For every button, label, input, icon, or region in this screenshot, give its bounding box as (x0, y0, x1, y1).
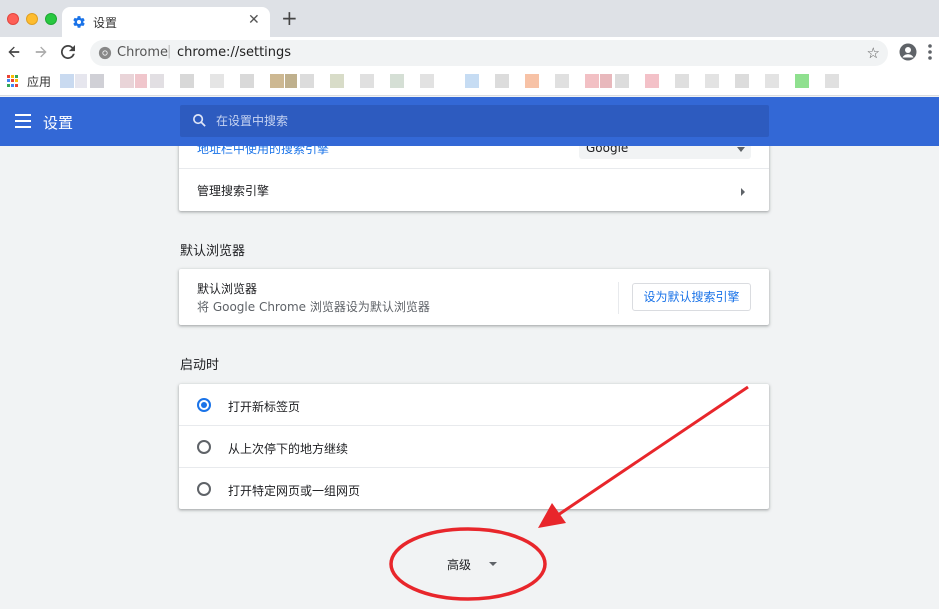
startup-option-label: 打开新标签页 (228, 400, 301, 414)
arrow-left-icon (8, 46, 20, 58)
chevron-right-icon (741, 188, 745, 196)
advanced-label: 高级 (447, 558, 472, 572)
search-engine-selected: Google (586, 146, 629, 155)
page-title: 设置 (43, 114, 74, 132)
divider (179, 168, 769, 169)
search-input[interactable] (216, 105, 756, 137)
bookmarks-bar: 应用 (0, 69, 939, 96)
settings-search-box[interactable] (180, 105, 769, 137)
forward-button[interactable] (30, 41, 52, 63)
close-window-button[interactable] (7, 13, 19, 25)
new-tab-button[interactable]: + (281, 8, 298, 28)
more-menu-icon[interactable] (927, 43, 933, 61)
default-browser-card: 默认浏览器 将 Google Chrome 浏览器设为默认浏览器 设为默认搜索引… (179, 269, 769, 325)
default-browser-title: 默认浏览器 (197, 282, 258, 296)
default-browser-section-title: 默认浏览器 (180, 244, 246, 259)
search-engine-dropdown[interactable]: Google (579, 146, 751, 159)
tab-strip: 设置 ✕ + (0, 0, 939, 37)
search-icon (193, 114, 206, 127)
apps-grid-icon[interactable] (7, 75, 19, 87)
maximize-window-button[interactable] (45, 13, 57, 25)
arrow-right-icon (35, 46, 47, 58)
set-default-button[interactable]: 设为默认搜索引擎 (632, 283, 751, 311)
settings-content: 地址栏中使用的搜索引擎 Google 管理搜索引擎 默认浏览器 默认浏览器 将 … (0, 146, 939, 609)
startup-section-title: 启动时 (180, 358, 220, 373)
menu-icon[interactable] (15, 114, 31, 128)
radio-button[interactable] (197, 440, 211, 454)
startup-option-label: 打开特定网页或一组网页 (228, 484, 361, 498)
browser-window: 设置 ✕ + Chrome | chrome://settings ☆ 应用 设… (0, 0, 939, 609)
omnibox-separator: | (167, 44, 172, 59)
close-tab-icon[interactable]: ✕ (248, 12, 260, 28)
back-button[interactable] (3, 41, 25, 63)
manage-search-engines-label: 管理搜索引擎 (197, 184, 270, 198)
gear-icon (73, 16, 85, 28)
divider (179, 467, 769, 468)
url-text[interactable]: chrome://settings (177, 45, 291, 60)
startup-card: 打开新标签页 从上次停下的地方继续 打开特定网页或一组网页 (179, 384, 769, 509)
chevron-down-icon (489, 562, 497, 566)
reload-icon (61, 45, 75, 59)
startup-option-label: 从上次停下的地方继续 (228, 442, 349, 456)
radio-button[interactable] (197, 398, 211, 412)
divider (618, 282, 619, 314)
apps-label[interactable]: 应用 (27, 73, 51, 90)
tab-settings[interactable]: 设置 ✕ (62, 7, 270, 37)
divider (179, 425, 769, 426)
search-engine-label: 地址栏中使用的搜索引擎 (197, 146, 330, 156)
address-bar[interactable]: Chrome | chrome://settings ☆ (90, 40, 888, 66)
browser-toolbar: Chrome | chrome://settings ☆ (0, 37, 939, 69)
settings-header: 设置 (0, 97, 939, 146)
omnibox-chrome-label: Chrome (117, 45, 168, 60)
minimize-window-button[interactable] (26, 13, 38, 25)
default-browser-subtitle: 将 Google Chrome 浏览器设为默认浏览器 (197, 300, 430, 314)
reload-button[interactable] (57, 41, 79, 63)
search-engine-card: 地址栏中使用的搜索引擎 Google 管理搜索引擎 (179, 146, 769, 211)
tab-title: 设置 (93, 16, 118, 30)
profile-icon[interactable] (899, 43, 917, 61)
chevron-down-icon (737, 147, 745, 152)
bookmark-star-icon[interactable]: ☆ (867, 44, 880, 62)
radio-button[interactable] (197, 482, 211, 496)
chrome-icon (98, 46, 112, 60)
